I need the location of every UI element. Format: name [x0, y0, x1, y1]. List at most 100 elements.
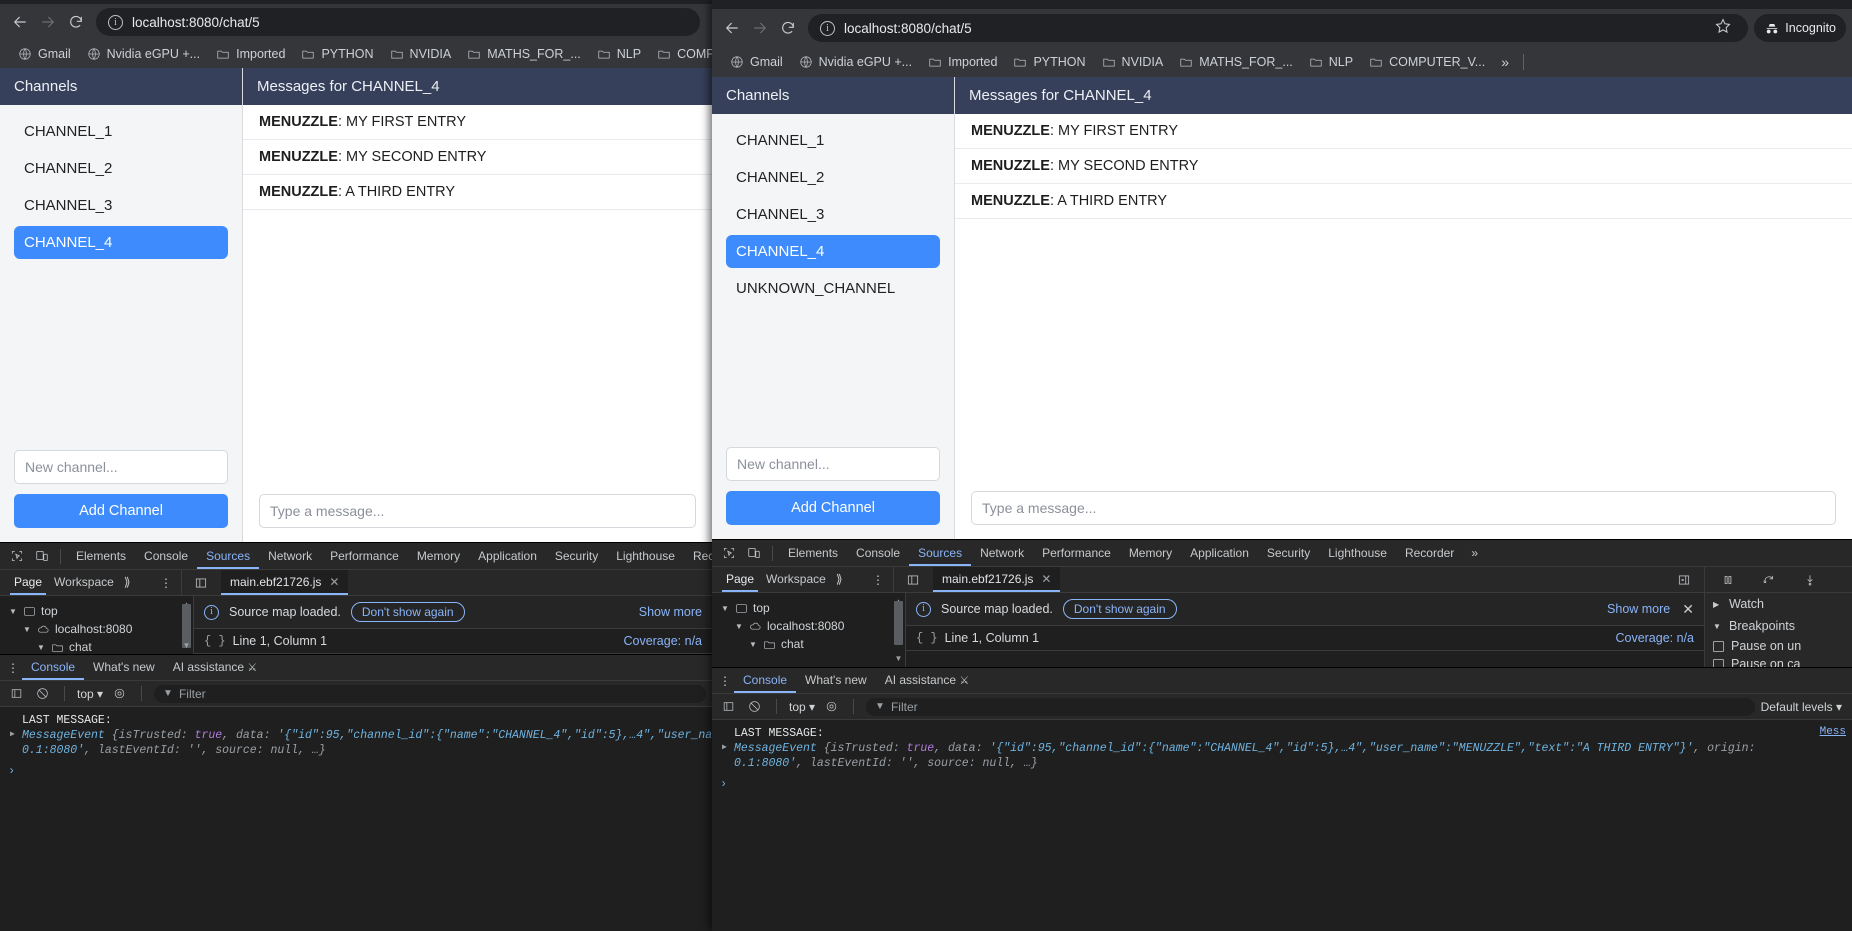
console-settings-eye-icon[interactable] — [109, 684, 129, 704]
pause-resume-icon[interactable] — [1715, 569, 1740, 591]
tree-node-chat[interactable]: ▼ chat — [718, 635, 905, 653]
channel-item-2[interactable]: CHANNEL_2 — [726, 161, 940, 194]
devtools-tab-performance[interactable]: Performance — [1033, 540, 1120, 566]
bookmark-gmail[interactable]: Gmail — [10, 44, 79, 64]
drawer-more-options-icon[interactable]: ⋮ — [4, 662, 22, 674]
channel-item-1[interactable]: CHANNEL_1 — [726, 124, 940, 157]
channel-item-3[interactable]: CHANNEL_3 — [14, 189, 228, 222]
bookmark-imported[interactable]: Imported — [920, 52, 1005, 72]
drawer-more-options-icon[interactable]: ⋮ — [716, 675, 734, 687]
inspect-element-icon[interactable] — [4, 545, 29, 567]
channel-item-4[interactable]: CHANNEL_4 — [14, 226, 228, 259]
bookmark-nvidia-egpu[interactable]: Nvidia eGPU +... — [791, 52, 920, 72]
devtools-tab-recorder[interactable]: Recorder — [684, 543, 712, 569]
chevron-down-icon[interactable]: ▼ — [22, 625, 32, 634]
nav-tab-page[interactable]: Page — [722, 567, 758, 592]
chevron-right-icon[interactable]: ▶ — [1713, 600, 1723, 609]
devtools-tab-lighthouse[interactable]: Lighthouse — [1319, 540, 1396, 566]
tree-node-top[interactable]: ▼ top — [6, 602, 193, 620]
checkbox[interactable] — [1713, 658, 1724, 667]
devtools-tab-sources[interactable]: Sources — [197, 543, 259, 569]
channel-item-4[interactable]: CHANNEL_4 — [726, 235, 940, 268]
back-arrow-icon[interactable] — [6, 8, 34, 36]
bookmark-python[interactable]: PYTHON — [1005, 52, 1093, 72]
console-sidebar-icon[interactable] — [718, 697, 738, 717]
drawer-tab-console[interactable]: Console — [22, 655, 84, 680]
message-input[interactable]: Type a message... — [971, 491, 1836, 525]
show-more-link[interactable]: Show more — [639, 605, 702, 619]
chevron-down-icon[interactable]: ▼ — [748, 640, 758, 649]
device-toolbar-icon[interactable] — [741, 542, 766, 564]
nav-tabs-more[interactable]: ⟫ — [124, 570, 141, 595]
address-bar[interactable]: i localhost:8080/chat/5 — [96, 8, 700, 36]
devtools-tab-memory[interactable]: Memory — [408, 543, 469, 569]
tree-node-top[interactable]: ▼ top — [718, 599, 905, 617]
bookmark-star-icon[interactable] — [1714, 17, 1736, 39]
scroll-down-icon[interactable]: ▼ — [182, 641, 191, 650]
message-input[interactable]: Type a message... — [259, 494, 696, 528]
bookmark-computer-v[interactable]: COMPUTER_V... — [649, 44, 712, 64]
show-more-link[interactable]: Show more — [1607, 602, 1670, 616]
checkbox[interactable] — [1713, 640, 1724, 652]
bookmark-nlp[interactable]: NLP — [1301, 52, 1361, 72]
devtools-tab-network[interactable]: Network — [971, 540, 1033, 566]
tree-node-localhost[interactable]: ▼ localhost:8080 — [6, 620, 193, 638]
nav-tab-page[interactable]: Page — [10, 570, 46, 595]
nav-tab-workspace[interactable]: Workspace — [54, 570, 124, 595]
pause-on-caught-row[interactable]: Pause on ca — [1705, 655, 1852, 667]
chevron-down-icon[interactable]: ▼ — [734, 622, 744, 631]
chevron-down-icon[interactable]: ▼ — [36, 643, 46, 652]
bookmarks-overflow-icon[interactable]: » — [1493, 52, 1517, 72]
bookmark-nlp[interactable]: NLP — [589, 44, 649, 64]
devtools-tab-network[interactable]: Network — [259, 543, 321, 569]
close-icon[interactable]: ✕ — [1682, 601, 1694, 618]
bookmark-nvidia[interactable]: NVIDIA — [382, 44, 460, 64]
devtools-tab-application[interactable]: Application — [469, 543, 546, 569]
nav-more-options-icon[interactable]: ⋮ — [157, 577, 175, 589]
console-sidebar-icon[interactable] — [6, 684, 26, 704]
console-prompt[interactable]: › — [0, 758, 712, 778]
bookmark-computer-v[interactable]: COMPUTER_V... — [1361, 52, 1493, 72]
devtools-tab-recorder[interactable]: Recorder — [1396, 540, 1463, 566]
devtools-tab-security[interactable]: Security — [546, 543, 607, 569]
channel-item-3[interactable]: CHANNEL_3 — [726, 198, 940, 231]
drawer-tab-ai-assistance[interactable]: AI assistance ⚔ — [164, 655, 267, 681]
drawer-tab-whats-new[interactable]: What's new — [796, 668, 876, 693]
drawer-tab-ai-assistance[interactable]: AI assistance ⚔ — [876, 668, 979, 694]
navigator-toggle-icon[interactable] — [188, 572, 213, 594]
nav-tabs-more[interactable]: ⟫ — [836, 567, 853, 592]
bookmark-gmail[interactable]: Gmail — [722, 52, 791, 72]
clear-console-icon[interactable] — [32, 684, 52, 704]
chevron-down-icon[interactable]: ▼ — [8, 607, 18, 616]
navigator-scrollbar[interactable]: ▲ ▼ — [182, 600, 191, 650]
scroll-down-icon[interactable]: ▼ — [894, 654, 903, 663]
add-channel-button[interactable]: Add Channel — [14, 494, 228, 528]
console-context-selector[interactable]: top ▾ — [789, 700, 815, 714]
device-toolbar-icon[interactable] — [29, 545, 54, 567]
expand-arrow-icon[interactable]: ▶ — [10, 729, 15, 739]
forward-arrow-icon[interactable] — [746, 14, 774, 42]
console-filter-input[interactable]: ▼ Filter — [866, 697, 1755, 716]
devtools-tab-memory[interactable]: Memory — [1120, 540, 1181, 566]
navigator-toggle-icon[interactable] — [900, 569, 925, 591]
inspect-element-icon[interactable] — [716, 542, 741, 564]
chevron-down-icon[interactable]: ▼ — [1713, 622, 1723, 631]
channel-item-1[interactable]: CHANNEL_1 — [14, 115, 228, 148]
devtools-tab-console[interactable]: Console — [847, 540, 909, 566]
devtools-tab-elements[interactable]: Elements — [67, 543, 135, 569]
console-context-selector[interactable]: top ▾ — [77, 687, 103, 701]
site-info-icon[interactable]: i — [108, 14, 123, 30]
watch-section[interactable]: ▶ Watch — [1705, 593, 1852, 615]
format-braces-icon[interactable]: { } — [916, 631, 938, 645]
file-tab-main-js[interactable]: main.ebf21726.js ✕ — [933, 567, 1061, 592]
back-arrow-icon[interactable] — [718, 14, 746, 42]
bookmark-imported[interactable]: Imported — [208, 44, 293, 64]
new-channel-input[interactable]: New channel... — [14, 450, 228, 484]
navigator-scrollbar[interactable]: ▲ ▼ — [894, 597, 903, 663]
console-filter-input[interactable]: ▼ Filter — [154, 684, 706, 703]
devtools-tab-lighthouse[interactable]: Lighthouse — [607, 543, 684, 569]
step-over-icon[interactable] — [1756, 569, 1781, 591]
file-tab-main-js[interactable]: main.ebf21726.js ✕ — [221, 570, 349, 595]
devtools-tab-performance[interactable]: Performance — [321, 543, 408, 569]
channel-item-2[interactable]: CHANNEL_2 — [14, 152, 228, 185]
